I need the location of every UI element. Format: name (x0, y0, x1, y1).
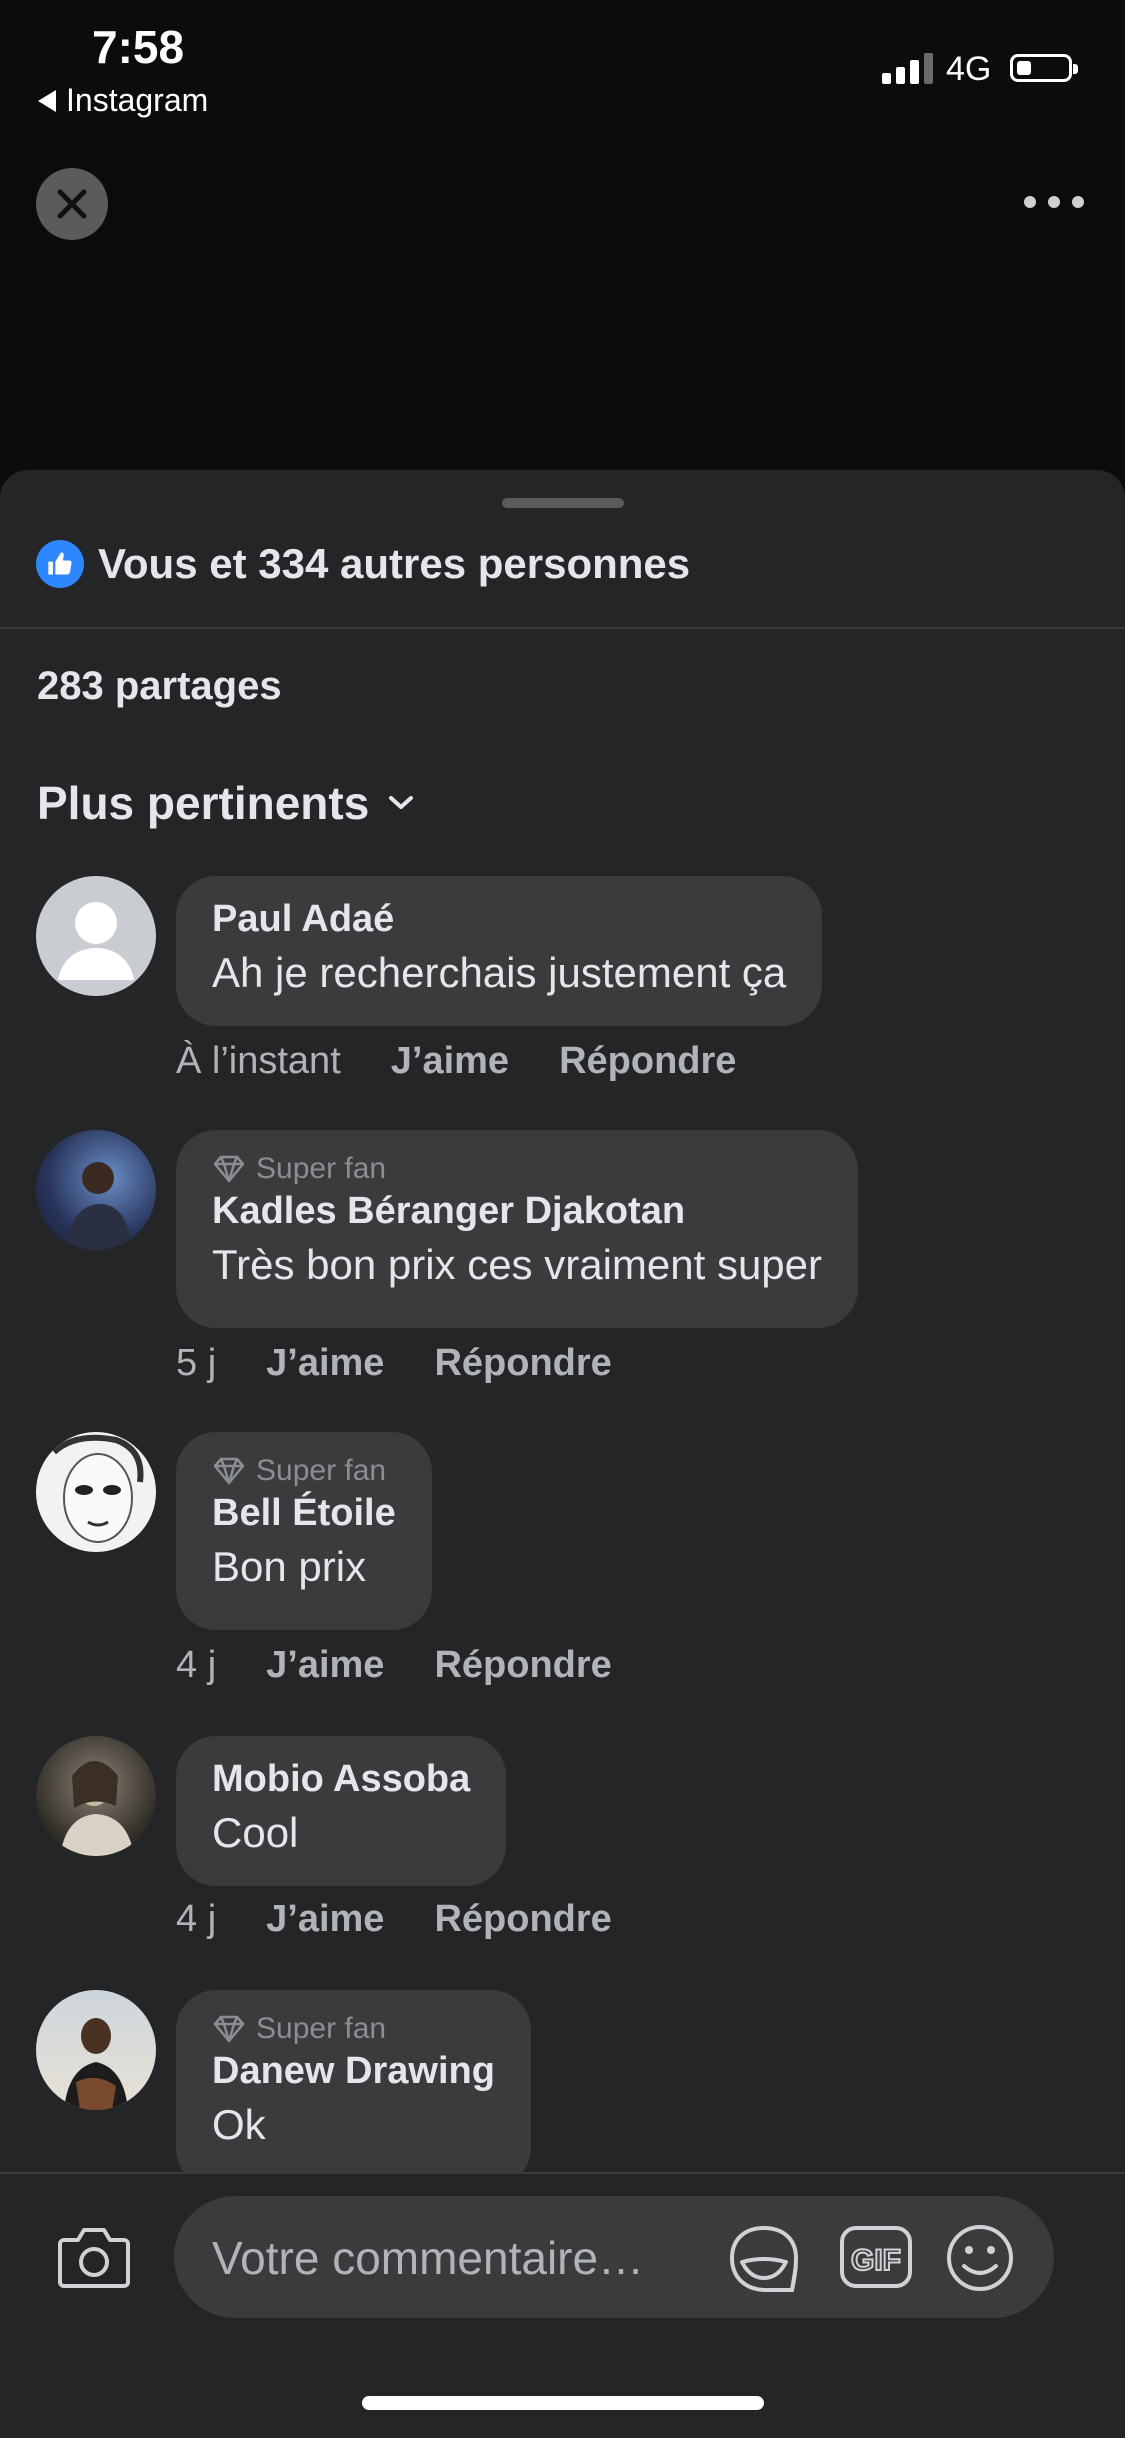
signal-icon (882, 52, 933, 84)
comment-bubble[interactable]: Super fan Bell Étoile Bon prix (176, 1432, 432, 1630)
badge-label: Super fan (256, 1152, 387, 1185)
super-fan-badge: Super fan (212, 1454, 396, 1488)
diamond-icon (213, 1155, 245, 1183)
network-type: 4G (946, 50, 992, 88)
avatar[interactable] (36, 1736, 156, 1856)
comment-actions: 4 j J’aime Répondre (176, 1644, 612, 1687)
comments-sheet: Vous et 334 autres personnes 283 partage… (0, 470, 1125, 2436)
comment-bubble[interactable]: Super fan Danew Drawing Ok (176, 1990, 531, 2188)
sort-label: Plus pertinents (37, 777, 370, 829)
comment-bubble[interactable]: Super fan Kadles Béranger Djakotan Très … (176, 1130, 859, 1328)
comment-time: 5 j (176, 1342, 217, 1384)
back-app-label: Instagram (66, 82, 209, 118)
more-dot-icon (1048, 196, 1060, 208)
comment-author[interactable]: Paul Adaé (212, 898, 786, 941)
comment-author[interactable]: Bell Étoile (212, 1492, 396, 1535)
shares-count[interactable]: 283 partages (37, 664, 282, 709)
badge-label: Super fan (256, 2012, 387, 2045)
back-arrow-icon (38, 89, 56, 112)
comment-actions: 5 j J’aime Répondre (176, 1342, 612, 1385)
avatar[interactable] (36, 876, 156, 996)
sheet-drag-handle[interactable] (502, 498, 624, 508)
sort-dropdown[interactable]: Plus pertinents (37, 776, 415, 830)
comment-input[interactable] (210, 2196, 684, 2320)
reply-button[interactable]: Répondre (434, 1342, 611, 1385)
likes-summary[interactable]: Vous et 334 autres personnes (36, 540, 690, 588)
divider (0, 627, 1125, 629)
comment-time: À l’instant (176, 1040, 341, 1082)
likes-text: Vous et 334 autres personnes (98, 540, 691, 587)
comment-bubble[interactable]: Mobio Assoba Cool (176, 1736, 507, 1886)
gif-button[interactable]: GIF (838, 2224, 914, 2295)
like-comment-button[interactable]: J’aime (391, 1040, 509, 1083)
like-comment-button[interactable]: J’aime (266, 1644, 384, 1687)
comment-author[interactable]: Mobio Assoba (212, 1758, 470, 1801)
chevron-down-icon (389, 796, 414, 809)
sticker-button[interactable] (726, 2222, 802, 2301)
gif-label: GIF (851, 2244, 901, 2277)
comment-actions: 4 j J’aime Répondre (176, 1898, 612, 1941)
status-time: 7:58 (92, 21, 185, 73)
super-fan-badge: Super fan (212, 2012, 495, 2046)
comment-time: 4 j (176, 1898, 217, 1940)
close-icon (57, 189, 87, 219)
reply-button[interactable]: Répondre (434, 1898, 611, 1941)
super-fan-badge: Super fan (212, 1152, 822, 1186)
like-comment-button[interactable]: J’aime (266, 1898, 384, 1941)
avatar[interactable] (36, 1130, 156, 1250)
like-icon (36, 540, 84, 588)
status-bar: 7:58 Instagram 4G (0, 0, 1125, 140)
battery-icon (1010, 54, 1078, 82)
emoji-icon (947, 2225, 1013, 2291)
sticker-icon (729, 2225, 799, 2292)
reply-button[interactable]: Répondre (434, 1644, 611, 1687)
comment-author[interactable]: Danew Drawing (212, 2050, 495, 2093)
more-options-button[interactable] (1024, 190, 1084, 214)
comment-bubble[interactable]: Paul Adaé Ah je recherchais justement ça (176, 876, 823, 1026)
comment-text: Cool (212, 1809, 299, 1856)
comment-text: Très bon prix ces vraiment super (212, 1241, 823, 1288)
like-comment-button[interactable]: J’aime (266, 1342, 384, 1385)
diamond-icon (213, 1457, 245, 1485)
comment-text: Bon prix (212, 1543, 367, 1590)
comment-actions: À l’instant J’aime Répondre (176, 1040, 736, 1083)
more-dot-icon (1024, 196, 1036, 208)
more-dot-icon (1072, 196, 1084, 208)
emoji-button[interactable] (944, 2222, 1016, 2299)
diamond-icon (213, 2015, 245, 2043)
close-button[interactable] (36, 168, 108, 240)
badge-label: Super fan (256, 1454, 387, 1487)
comment-text: Ok (212, 2101, 266, 2148)
comment-author[interactable]: Kadles Béranger Djakotan (212, 1190, 822, 1233)
comment-time: 4 j (176, 1644, 217, 1686)
home-indicator[interactable] (362, 2396, 764, 2410)
back-to-app-link[interactable]: Instagram (38, 82, 208, 119)
avatar[interactable] (36, 1990, 156, 2110)
comment-text: Ah je recherchais justement ça (212, 949, 787, 996)
camera-button[interactable] (56, 2224, 132, 2295)
comment-input-container: GIF (174, 2196, 1054, 2320)
avatar[interactable] (36, 1432, 156, 1552)
camera-icon (58, 2228, 130, 2288)
reply-button[interactable]: Répondre (559, 1040, 736, 1083)
gif-icon: GIF (840, 2226, 912, 2288)
